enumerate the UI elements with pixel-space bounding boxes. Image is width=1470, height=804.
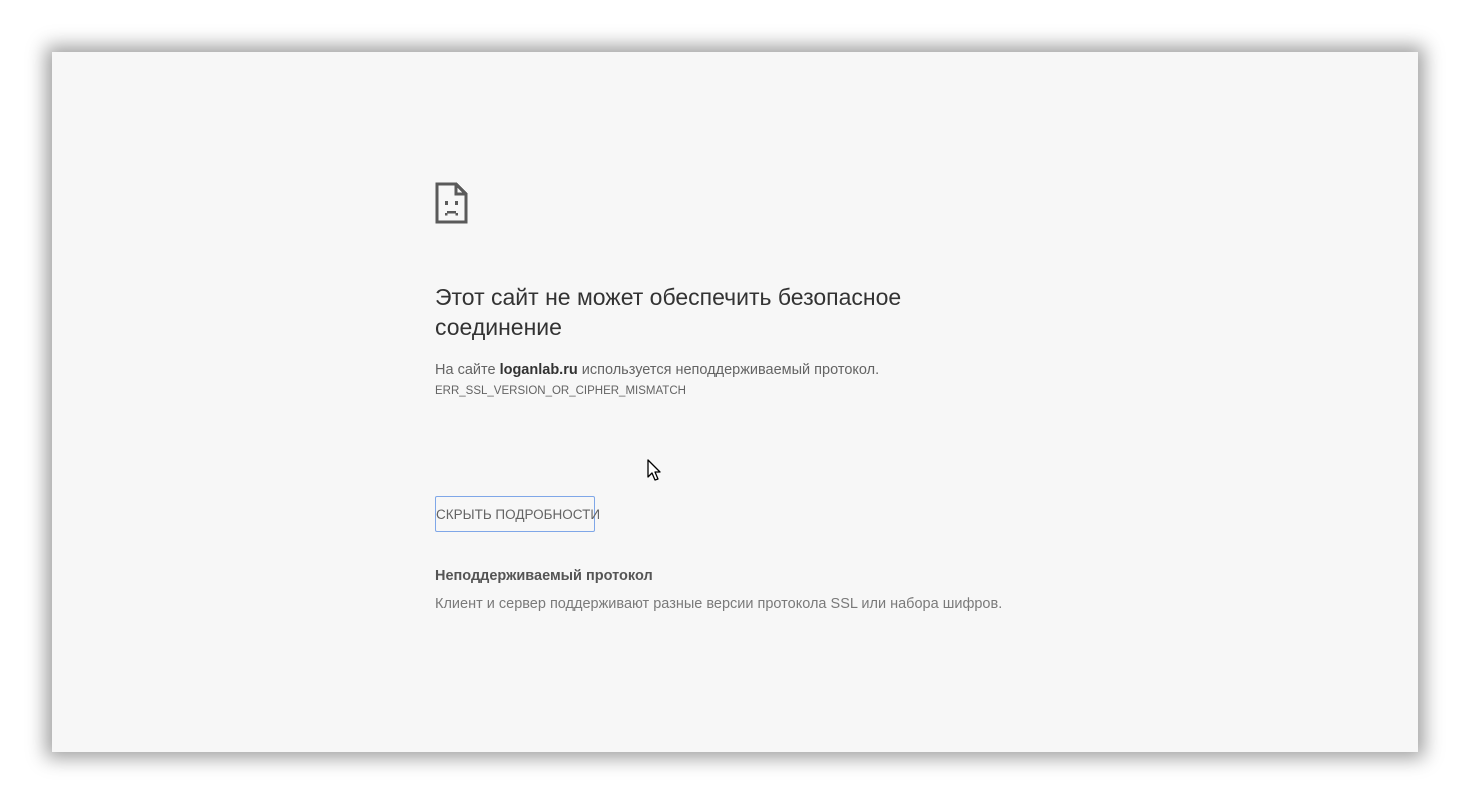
sad-page-icon xyxy=(435,182,468,224)
error-content: Этот сайт не может обеспечить безопасное… xyxy=(435,182,1055,612)
summary-suffix: используется неподдерживаемый протокол. xyxy=(577,362,880,378)
hide-details-button[interactable]: СКРЫТЬ ПОДРОБНОСТИ xyxy=(435,496,600,532)
error-summary: На сайте loganlab.ru используется неподд… xyxy=(435,360,1055,380)
error-code: ERR_SSL_VERSION_OR_CIPHER_MISMATCH xyxy=(435,385,686,397)
site-name: loganlab.ru xyxy=(499,362,578,378)
browser-window: Этот сайт не может обеспечить безопасное… xyxy=(52,52,1418,752)
error-heading: Этот сайт не может обеспечить безопасное… xyxy=(435,284,902,340)
hide-details-label: СКРЫТЬ ПОДРОБНОСТИ xyxy=(436,506,601,522)
details-text: Клиент и сервер поддерживают разные верс… xyxy=(435,596,1003,612)
mouse-pointer-icon xyxy=(647,459,661,481)
details-title: Неподдерживаемый протокол xyxy=(435,568,653,584)
summary-prefix: На сайте xyxy=(435,362,500,378)
